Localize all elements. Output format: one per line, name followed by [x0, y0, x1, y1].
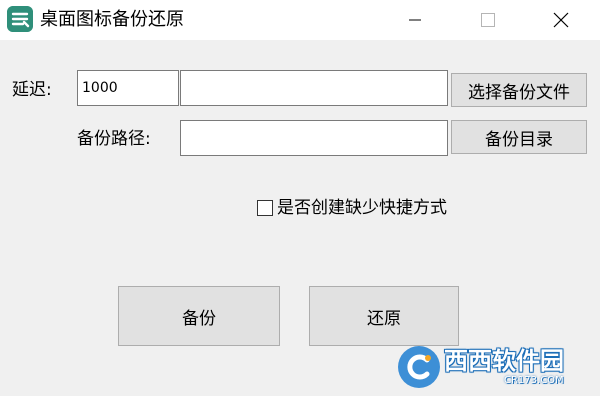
watermark-subtitle: CR173.COM: [504, 375, 564, 386]
create-missing-shortcuts-checkbox[interactable]: [257, 200, 273, 216]
backup-path-label: 备份路径:: [77, 129, 151, 149]
app-logo-icon: [7, 6, 33, 32]
backup-button[interactable]: 备份: [118, 286, 280, 346]
create-missing-shortcuts-label: 是否创建缺少快捷方式: [277, 198, 447, 218]
title-bar[interactable]: 桌面图标备份还原: [0, 0, 600, 40]
maximize-icon: [481, 13, 495, 27]
create-missing-shortcuts-option[interactable]: 是否创建缺少快捷方式: [257, 197, 447, 219]
window-title: 桌面图标备份还原: [40, 9, 184, 30]
watermark-title: 西西软件园: [444, 347, 564, 375]
delay-input[interactable]: [77, 70, 179, 106]
select-backup-file-button[interactable]: 选择备份文件: [451, 73, 587, 107]
minimize-icon: [409, 19, 421, 21]
close-icon: [553, 12, 569, 28]
backup-directory-button[interactable]: 备份目录: [451, 120, 587, 154]
backup-file-input[interactable]: [180, 70, 448, 106]
delay-label: 延迟:: [12, 80, 52, 100]
restore-button[interactable]: 还原: [309, 286, 459, 346]
backup-path-input[interactable]: [180, 120, 448, 156]
minimize-button[interactable]: [392, 0, 438, 40]
watermark-text: 西西软件园 CR173.COM: [444, 347, 564, 387]
close-button[interactable]: [538, 0, 584, 40]
app-window: 桌面图标备份还原 延迟: 选择备份文件 备份路径: 备份目录 是否创建缺少快捷方…: [0, 0, 600, 396]
site-watermark: 西西软件园 CR173.COM: [398, 346, 592, 388]
watermark-logo-icon: [398, 346, 440, 388]
maximize-button[interactable]: [465, 0, 511, 40]
